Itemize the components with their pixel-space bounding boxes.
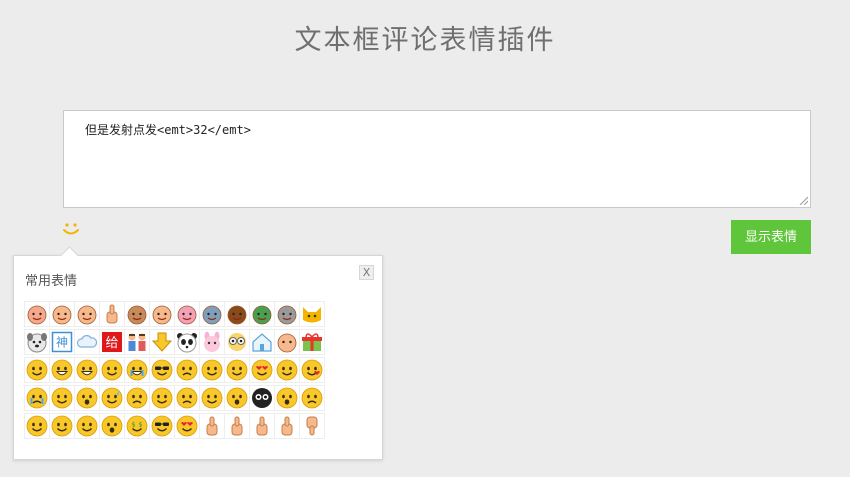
emoticon-sunglasses-icon[interactable] — [149, 413, 175, 439]
emoticon-heart-eyes-icon[interactable] — [174, 413, 200, 439]
emoticon-surprised-icon[interactable] — [224, 385, 250, 411]
emoticon-face-1-icon[interactable] — [24, 301, 50, 327]
emoticon-gift-icon[interactable] — [299, 329, 325, 355]
emoticon-down-arrow-icon[interactable] — [149, 329, 175, 355]
emoticon-wink-icon[interactable] — [224, 357, 250, 383]
emoticon-shen-icon[interactable]: 神 — [49, 329, 75, 355]
emoticon-face-10-icon[interactable] — [274, 301, 300, 327]
emoticon-pointing-up-icon[interactable] — [274, 413, 300, 439]
emoticon-laugh-icon[interactable] — [74, 357, 100, 383]
emoticon-panel: 常用表情 X 神给 $ $ — [13, 246, 383, 460]
emoticon-face-9-icon[interactable] — [249, 301, 275, 327]
emoticon-love-icon[interactable] — [249, 357, 275, 383]
emoticon-black-face-icon[interactable] — [249, 385, 275, 411]
emoticon-face-5-icon[interactable] — [149, 301, 175, 327]
emoticon-rabbit-icon[interactable] — [199, 329, 225, 355]
comment-text: 但是发射点发<emt>32</emt> — [85, 123, 251, 137]
emoticon-thumbs-down-icon[interactable] — [299, 413, 325, 439]
emoticon-hand-wave-icon[interactable] — [99, 301, 125, 327]
panel-title: 常用表情 — [25, 274, 78, 289]
panel-caret — [60, 246, 79, 265]
emoticon-row: 神给 — [24, 329, 361, 358]
emoticon-thumbs-up-icon[interactable] — [224, 413, 250, 439]
emoticon-hush-icon[interactable] — [274, 385, 300, 411]
emoticon-panda-icon[interactable] — [174, 329, 200, 355]
emoticon-kiss-icon[interactable] — [299, 357, 325, 383]
emoticon-yawn-icon[interactable] — [99, 413, 125, 439]
emoticon-ok-hand-icon[interactable] — [199, 413, 225, 439]
emoticon-hug-icon[interactable] — [274, 357, 300, 383]
emoticon-gei-icon[interactable]: 给 — [99, 329, 125, 355]
emoticon-money-icon[interactable]: $ $ — [124, 413, 150, 439]
emoticon-smirk-icon[interactable] — [199, 357, 225, 383]
emoticon-think-icon[interactable] — [49, 385, 75, 411]
svg-text:$: $ — [132, 422, 136, 429]
show-emoticons-button[interactable]: 显示表情 — [731, 220, 811, 254]
emoticon-cry-icon[interactable] — [24, 385, 50, 411]
emoticon-smile-icon[interactable] — [24, 357, 50, 383]
emoticon-injured-icon[interactable] — [74, 413, 100, 439]
emoticon-row — [24, 385, 361, 414]
emoticon-blush-icon[interactable] — [99, 357, 125, 383]
emoticon-sly-icon[interactable] — [149, 385, 175, 411]
resize-grip-icon[interactable] — [798, 195, 808, 205]
emoticon-mad-icon[interactable] — [174, 385, 200, 411]
emoticon-worried-icon[interactable] — [174, 357, 200, 383]
emoticon-face-3-icon[interactable] — [74, 301, 100, 327]
emoticon-grin-icon[interactable] — [49, 357, 75, 383]
svg-text:神: 神 — [56, 336, 68, 350]
emoticon-shocked-icon[interactable] — [74, 385, 100, 411]
emoticon-sweat-icon[interactable] — [99, 385, 125, 411]
emoticon-face-11-icon[interactable] — [274, 329, 300, 355]
emoticon-dog-icon[interactable] — [24, 329, 50, 355]
emoticon-row: $ $ — [24, 413, 361, 442]
emoticon-embarrassed-icon[interactable] — [24, 413, 50, 439]
emoticon-doubt-icon[interactable] — [49, 413, 75, 439]
close-button[interactable]: X — [359, 265, 374, 280]
emoticon-row — [24, 357, 361, 386]
emoticon-face-2-icon[interactable] — [49, 301, 75, 327]
emoticon-cloud-icon[interactable] — [74, 329, 100, 355]
emoticon-face-6-icon[interactable] — [174, 301, 200, 327]
emoticon-face-7-icon[interactable] — [199, 301, 225, 327]
emoticon-cool-icon[interactable] — [149, 357, 175, 383]
emoticon-face-4-icon[interactable] — [124, 301, 150, 327]
emoticon-sad-icon[interactable] — [299, 385, 325, 411]
emoticon-family-icon[interactable] — [124, 329, 150, 355]
emoticon-house-icon[interactable] — [249, 329, 275, 355]
emoticon-angry-icon[interactable] — [124, 385, 150, 411]
page-title: 文本框评论表情插件 — [294, 25, 556, 56]
comment-textarea[interactable]: 但是发射点发<emt>32</emt> — [63, 110, 811, 208]
svg-text:给: 给 — [105, 336, 118, 351]
emoticon-happy-tears-icon[interactable] — [124, 357, 150, 383]
emoticon-face-8-icon[interactable] — [224, 301, 250, 327]
emoticon-grid: 神给 $ $ — [24, 301, 361, 442]
emoticon-dizzy-icon[interactable] — [199, 385, 225, 411]
emoticon-row — [24, 301, 361, 330]
emoticon-glasses-icon[interactable] — [224, 329, 250, 355]
emoticon-cat-icon[interactable] — [299, 301, 325, 327]
emoticon-yeah-icon[interactable] — [249, 413, 275, 439]
smiley-toggle-icon[interactable] — [62, 222, 80, 238]
svg-text:$: $ — [139, 422, 143, 429]
